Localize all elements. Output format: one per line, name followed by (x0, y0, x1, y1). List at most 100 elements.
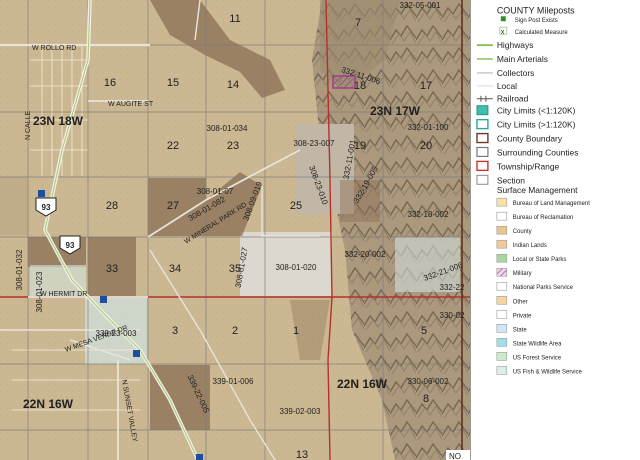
road-label: N CALLE (25, 110, 32, 140)
surface-swatch (496, 352, 508, 361)
legend-calculated-label: Calculated Measure (515, 30, 569, 36)
section-label-5: 5 (421, 325, 427, 337)
map-legend: COUNTY Mileposts Sign Post Exists x Calc… (470, 0, 640, 460)
surrounding-counties-swatch (476, 146, 489, 158)
legend-line-label: Highways (497, 40, 534, 50)
surface-label: Local or State Parks (513, 257, 567, 263)
surface-swatch (496, 253, 508, 263)
surface-swatch (496, 197, 508, 207)
legend-box-label: City Limits (>1:120K) (497, 120, 576, 130)
township-label: 23N 18W (33, 114, 84, 128)
city-limits-outline-swatch (476, 118, 489, 130)
legend-line-label: Local (497, 81, 517, 91)
surface-label: National Parks Service (513, 285, 574, 291)
legend-box-label: Section (497, 175, 525, 185)
section-label-16: 16 (104, 77, 116, 89)
parcel-label: 330-06-002 (408, 377, 449, 386)
legend-box-label: City Limits (<1:120K) (497, 106, 576, 116)
section-label-33: 33 (106, 263, 118, 275)
legend-surface-items: Bureau of Land Management Bureau of Recla… (496, 197, 590, 375)
surface-label: Bureau of Land Management (513, 201, 590, 207)
surface-label: State Wildlife Area (513, 341, 562, 347)
township-range-swatch (476, 160, 489, 172)
legend-box-label: Surrounding Counties (497, 147, 579, 157)
corner-label: NO (449, 452, 461, 460)
parcel-label: 308-01-020 (276, 263, 317, 272)
parcel-map[interactable]: 11 7 16 15 14 18 17 22 23 19 20 28 27 25… (0, 0, 470, 460)
section-swatch (476, 174, 489, 185)
township-label: 23N 17W (370, 104, 421, 118)
legend-line-label: Main Arterials (497, 54, 548, 64)
parcel-label: 332-18-002 (408, 210, 449, 219)
parcel-label: 332-22 (440, 283, 465, 292)
surface-label: US Fish & Wildlife Service (513, 369, 583, 375)
legend-line-label: Collectors (497, 68, 535, 78)
surface-swatch (496, 267, 508, 277)
surface-swatch (496, 338, 508, 347)
legend-mileposts-title: COUNTY Mileposts (497, 5, 575, 15)
section-label-28: 28 (106, 200, 118, 212)
section-label-3: 3 (172, 325, 178, 337)
road-label: W ROLLO RD (32, 45, 76, 52)
surface-swatch (496, 296, 508, 305)
parcel-label: 339-01-006 (213, 377, 254, 386)
parcel-label: 308-01-034 (207, 124, 248, 133)
surface-label: Private (513, 313, 532, 319)
legend-line-label: Railroad (497, 94, 529, 104)
section-label-11: 11 (229, 13, 240, 25)
parcel-label: 339-02-003 (280, 407, 321, 416)
legend-sign-post-label: Sign Post Exists (515, 18, 558, 24)
legend-box-label: County Boundary (497, 134, 563, 144)
legend-surface-title: Surface Management (497, 185, 578, 195)
section-label-18: 18 (354, 80, 366, 92)
road-label: W AUGITE ST (108, 101, 154, 108)
parcel-label: 332-20-002 (345, 250, 386, 259)
surface-swatch (496, 324, 508, 333)
calculated-x-icon: x (501, 29, 505, 36)
section-label-22: 22 (167, 140, 179, 152)
parcel-label: 308-01-032 (15, 249, 24, 290)
section-label-2: 2 (232, 325, 238, 337)
legend-line-items: Highways Main Arterials Collectors Local… (476, 40, 548, 104)
surface-label: Military (513, 271, 532, 277)
surface-swatch (496, 239, 508, 249)
surface-swatch (496, 225, 508, 235)
section-label-1: 1 (293, 325, 299, 337)
section-label-20: 20 (420, 140, 432, 152)
surface-swatch (496, 366, 508, 375)
surface-label: Bureau of Reclamation (513, 215, 574, 221)
section-label-34: 34 (169, 263, 181, 275)
surface-label: County (513, 229, 532, 235)
surface-label: State (513, 327, 528, 333)
section-label-25: 25 (290, 200, 302, 212)
legend-box-label: Township/Range (497, 161, 560, 171)
parcel-label: 330-02 (440, 311, 465, 320)
route-shield-label: 93 (42, 203, 51, 212)
township-label: 22N 16W (23, 397, 74, 411)
surface-label: Indian Lands (513, 243, 547, 249)
section-label-15: 15 (167, 77, 179, 89)
parcel-label: 332-01-100 (408, 123, 449, 132)
surface-swatch (496, 310, 508, 319)
section-label-17: 17 (420, 80, 432, 92)
section-label-14: 14 (227, 79, 239, 91)
county-boundary-swatch (476, 132, 489, 144)
legend-boundary-items: City Limits (<1:120K) City Limits (>1:12… (476, 105, 579, 185)
section-label-7: 7 (355, 17, 361, 29)
city-limits-swatch (476, 105, 489, 116)
section-label-13: 13 (296, 449, 308, 460)
map-view: 11 7 16 15 14 18 17 22 23 19 20 28 27 25… (0, 0, 640, 460)
surface-swatch (496, 211, 508, 221)
parcel-label: 308-01-07 (197, 187, 234, 196)
parcel-label: 332-05-001 (400, 1, 441, 10)
road-label: W HERMIT DR (40, 291, 87, 298)
section-label-23: 23 (227, 140, 239, 152)
sign-post-swatch (500, 16, 506, 22)
township-label: 22N 16W (337, 377, 388, 391)
military-parcel (332, 75, 356, 89)
route-shield-label: 93 (66, 241, 75, 250)
section-label-8: 8 (423, 393, 429, 405)
surface-label: Other (513, 299, 528, 305)
parcel-label: 308-23-007 (294, 139, 335, 148)
surface-swatch (496, 281, 508, 291)
